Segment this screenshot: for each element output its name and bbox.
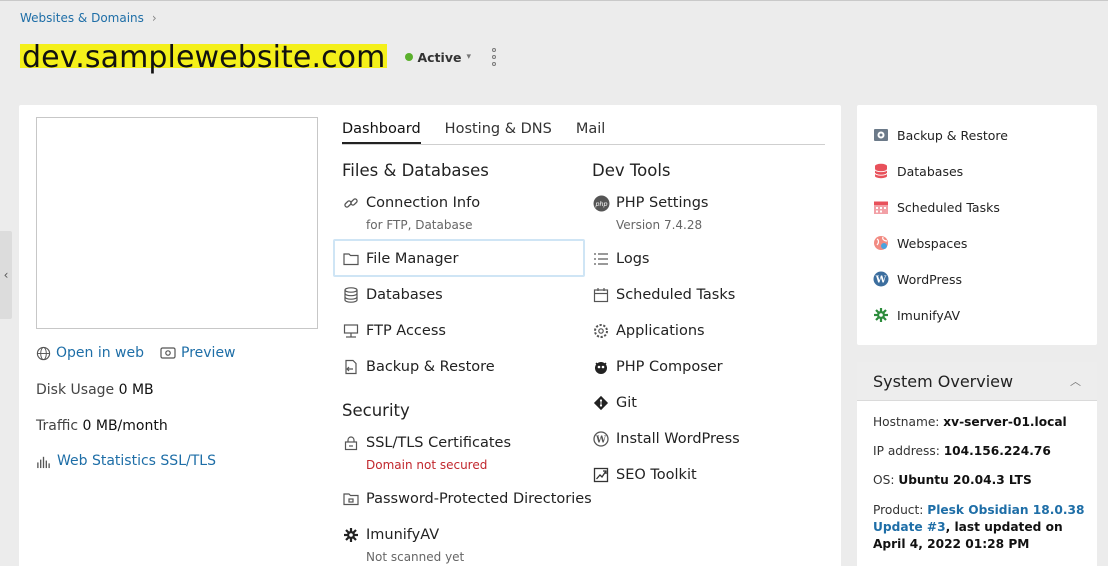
ssl-status-warning: Domain not secured	[366, 458, 488, 472]
calendar-icon	[873, 199, 889, 215]
protected-folder-icon	[342, 490, 360, 508]
backup-icon	[873, 127, 889, 143]
wordpress-icon: W	[873, 271, 889, 287]
more-menu-button[interactable]	[491, 48, 497, 66]
connection-info-subtitle: for FTP, Database	[366, 218, 473, 232]
backup-icon	[342, 358, 360, 376]
scheduled-tasks-tool[interactable]: Scheduled Tasks	[592, 286, 735, 304]
calendar-icon	[592, 286, 610, 304]
section-files-databases-title: Files & Databases	[342, 161, 489, 180]
system-overview-title: System Overview	[873, 371, 1014, 391]
seo-toolkit-tool[interactable]: SEO Toolkit	[592, 466, 697, 484]
ftp-icon	[342, 322, 360, 340]
svg-text:php: php	[594, 199, 607, 207]
php-icon: php	[592, 194, 610, 212]
chevron-down-icon: ▾	[466, 52, 471, 62]
section-dev-tools-title: Dev Tools	[592, 161, 671, 180]
globe-icon	[36, 346, 51, 360]
site-preview-thumbnail[interactable]	[36, 117, 318, 329]
hostname-row: Hostname: xv-server-01.local	[873, 415, 1067, 429]
certificate-icon	[342, 434, 360, 452]
tab-bar: Dashboard Hosting & DNS Mail	[342, 121, 825, 145]
databases-tool[interactable]: Databases	[342, 286, 443, 304]
sidebar-item-backup-restore[interactable]: Backup & Restore	[873, 127, 1008, 143]
chevron-up-icon[interactable]: ︿	[1070, 373, 1081, 389]
webspaces-icon	[873, 235, 889, 251]
tab-mail[interactable]: Mail	[576, 121, 605, 144]
logs-tool[interactable]: Logs	[592, 250, 649, 268]
status-dropdown[interactable]: Active ▾	[405, 50, 471, 65]
seo-icon	[592, 466, 610, 484]
breadcrumb-websites-domains[interactable]: Websites & Domains	[20, 11, 144, 25]
imunify-icon	[873, 307, 889, 323]
section-security-title: Security	[342, 401, 410, 420]
sidebar-item-wordpress[interactable]: W WordPress	[873, 271, 962, 287]
imunifyav-status: Not scanned yet	[366, 550, 465, 564]
php-composer-tool[interactable]: PHP Composer	[592, 358, 723, 376]
page-title: dev.samplewebsite.com	[20, 39, 388, 75]
eye-icon	[160, 347, 176, 359]
status-label: Active	[417, 49, 462, 65]
svg-text:W: W	[595, 436, 607, 446]
ftp-access-tool[interactable]: FTP Access	[342, 322, 446, 340]
sidebar-item-scheduled-tasks[interactable]: Scheduled Tasks	[873, 199, 1000, 215]
chevron-right-icon: ›	[151, 11, 157, 25]
os-row: OS: Ubuntu 20.04.3 LTS	[873, 473, 1032, 487]
folder-icon	[342, 250, 360, 268]
sidebar-item-webspaces[interactable]: Webspaces	[873, 235, 967, 251]
connection-info-tool[interactable]: Connection Info	[342, 194, 480, 212]
chevron-left-icon: ‹	[3, 268, 9, 282]
applications-icon	[592, 322, 610, 340]
git-tool[interactable]: Git	[592, 394, 637, 412]
page-header: Websites & Domains › dev.samplewebsite.c…	[0, 0, 1108, 88]
open-in-web-link[interactable]: Open in web	[36, 345, 144, 361]
gear-icon	[342, 526, 360, 544]
system-overview-header[interactable]: System Overview ︿	[857, 362, 1097, 401]
database-icon	[873, 163, 889, 179]
backup-restore-tool[interactable]: Backup & Restore	[342, 358, 495, 376]
composer-icon	[592, 358, 610, 376]
sidebar-item-imunifyav[interactable]: ImunifyAV	[873, 307, 960, 323]
php-version: Version 7.4.28	[616, 218, 703, 232]
ip-address-row: IP address: 104.156.224.76	[873, 444, 1051, 458]
ssl-certificates-tool[interactable]: SSL/TLS Certificates	[342, 434, 511, 452]
database-icon	[342, 286, 360, 304]
applications-tool[interactable]: Applications	[592, 322, 705, 340]
php-settings-tool[interactable]: php PHP Settings	[592, 194, 708, 212]
password-protected-directories-tool[interactable]: Password-Protected Directories	[342, 490, 592, 508]
svg-text:W: W	[875, 275, 887, 286]
git-icon	[592, 394, 610, 412]
logs-icon	[592, 250, 610, 268]
bar-chart-icon	[37, 456, 50, 468]
preview-link[interactable]: Preview	[160, 345, 236, 361]
web-statistics-link[interactable]: Web Statistics SSL/TLS	[36, 453, 216, 469]
collapse-panel-tab[interactable]: ‹	[0, 231, 12, 319]
link-icon	[342, 194, 360, 212]
install-wordpress-tool[interactable]: W Install WordPress	[592, 430, 740, 448]
system-overview-card: System Overview ︿ Hostname: xv-server-01…	[857, 362, 1097, 566]
breadcrumb: Websites & Domains ›	[20, 11, 157, 25]
tab-hosting-dns[interactable]: Hosting & DNS	[445, 121, 552, 144]
file-manager-tool[interactable]: File Manager	[342, 250, 458, 268]
imunifyav-tool[interactable]: ImunifyAV	[342, 526, 439, 544]
product-row: Product: Plesk Obsidian 18.0.38 Update #…	[873, 503, 1085, 551]
domain-dashboard-card: Open in web Preview Disk Usage 0 MB Traf…	[19, 105, 841, 566]
sidebar-item-databases[interactable]: Databases	[873, 163, 963, 179]
disk-usage: Disk Usage 0 MB	[36, 382, 154, 398]
quick-links-card: Backup & Restore Databases Scheduled Tas…	[857, 105, 1097, 345]
traffic: Traffic 0 MB/month	[36, 418, 168, 434]
tab-dashboard[interactable]: Dashboard	[342, 121, 421, 144]
status-dot-icon	[405, 53, 414, 61]
wordpress-icon: W	[592, 430, 610, 448]
